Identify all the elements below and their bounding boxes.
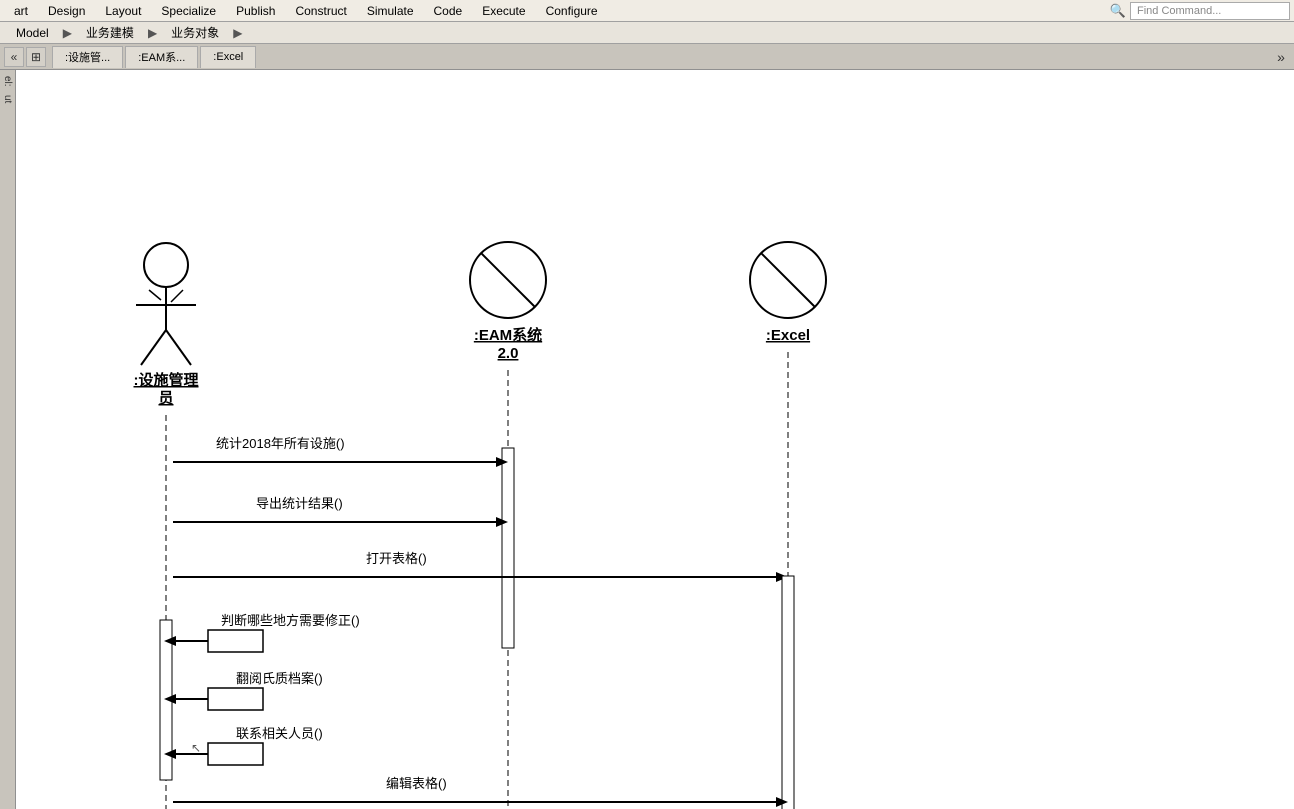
actor3-label: :Excel xyxy=(766,327,810,344)
search-icon: 🔍 xyxy=(1110,3,1126,19)
actor1-label: :设施管理 xyxy=(134,371,199,389)
left-sidebar: el: ut xyxy=(0,70,16,809)
msg1-label: 统计2018年所有设施() xyxy=(216,436,345,451)
menu-construct[interactable]: Construct xyxy=(285,2,356,20)
menu-publish[interactable]: Publish xyxy=(226,2,285,20)
menu-simulate[interactable]: Simulate xyxy=(357,2,424,20)
breadcrumb-arrow-3: ▶ xyxy=(233,26,242,40)
menu-execute[interactable]: Execute xyxy=(472,2,535,20)
sidebar-label-1: el: xyxy=(2,76,13,87)
breadcrumb-model[interactable]: Model xyxy=(6,24,59,42)
svg-text:员: 员 xyxy=(158,390,173,407)
msg2-label: 导出统计结果() xyxy=(256,496,343,511)
menu-layout[interactable]: Layout xyxy=(95,2,151,20)
svg-text:↖: ↖ xyxy=(191,741,201,755)
sidebar-label-2: ut xyxy=(2,95,13,103)
menu-art[interactable]: art xyxy=(4,2,38,20)
canvas-area[interactable]: :设施管理 员 :EAM系统 2.0 :Excel xyxy=(16,70,1294,809)
tabs-collapse-left[interactable]: « xyxy=(4,47,24,67)
breadcrumb-arrow-2: ▶ xyxy=(148,26,157,40)
tab-3[interactable]: :Excel xyxy=(200,46,256,68)
tab-2[interactable]: :EAM系... xyxy=(125,46,198,68)
sequence-diagram: :设施管理 员 :EAM系统 2.0 :Excel xyxy=(36,80,1186,809)
msg6-label: 联系相关人员() xyxy=(236,726,323,741)
main-layout: el: ut :设施管理 员 xyxy=(0,70,1294,809)
tabs-grid-icon[interactable]: ⊞ xyxy=(26,47,46,67)
msg7-label: 编辑表格() xyxy=(386,776,447,791)
find-command-input[interactable]: Find Command... xyxy=(1130,2,1290,20)
breadcrumb-arrow-1: ▶ xyxy=(63,26,72,40)
menu-bar: art Design Layout Specialize Publish Con… xyxy=(0,0,1294,22)
tabs-collapse-right[interactable]: » xyxy=(1272,48,1290,66)
msg3-label: 打开表格() xyxy=(366,551,427,566)
actor2-label: :EAM系统 xyxy=(474,326,542,344)
breadcrumb-business-object[interactable]: 业务对象 xyxy=(161,22,229,43)
menu-specialize[interactable]: Specialize xyxy=(151,2,226,20)
breadcrumb-bar: Model ▶ 业务建模 ▶ 业务对象 ▶ xyxy=(0,22,1294,44)
msg5-label: 翻阅氏质档案() xyxy=(236,671,323,686)
tab-1[interactable]: :设施管... xyxy=(52,46,123,68)
msg4-label: 判断哪些地方需要修正() xyxy=(221,613,360,628)
tabs-bar: « ⊞ :设施管... :EAM系... :Excel » xyxy=(0,44,1294,70)
svg-text:2.0: 2.0 xyxy=(498,345,519,362)
menu-code[interactable]: Code xyxy=(424,2,473,20)
breadcrumb-business-model[interactable]: 业务建模 xyxy=(76,22,144,43)
menu-configure[interactable]: Configure xyxy=(536,2,608,20)
menu-design[interactable]: Design xyxy=(38,2,95,20)
